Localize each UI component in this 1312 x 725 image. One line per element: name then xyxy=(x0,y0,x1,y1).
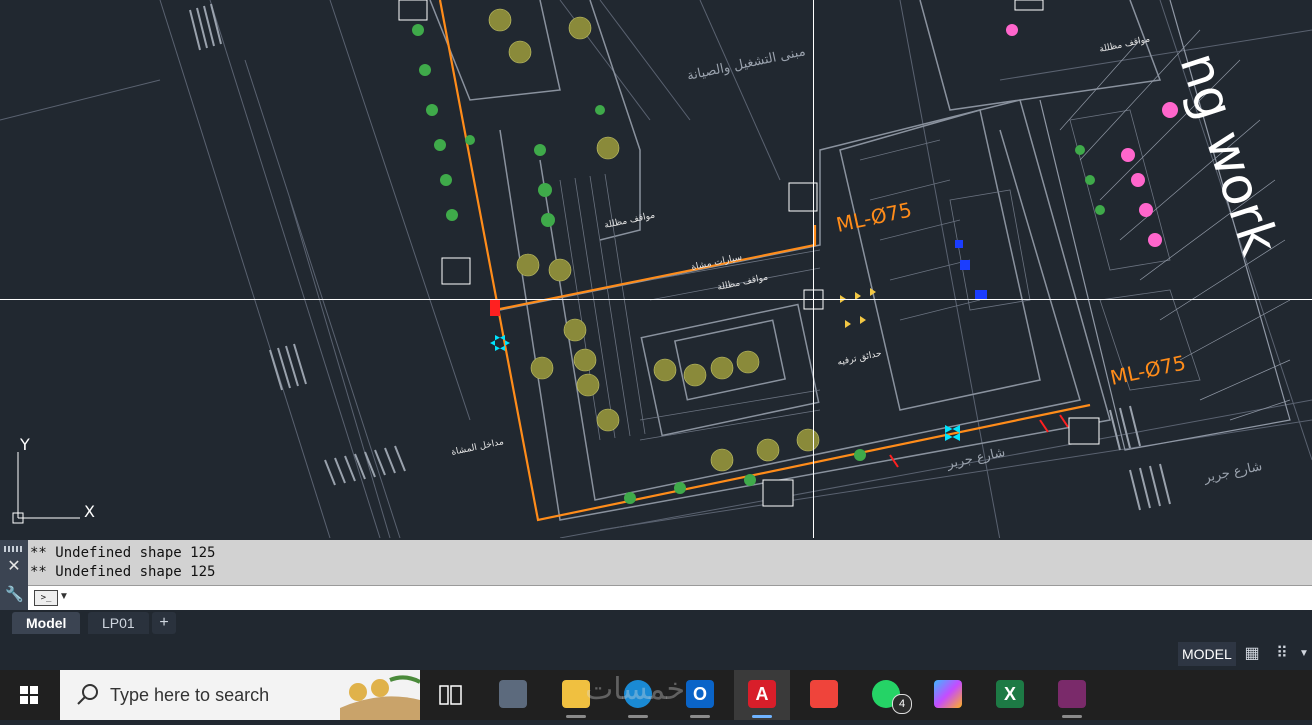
status-bar: MODEL ▦ ⠿ ▼ xyxy=(0,638,1312,670)
taskbar: Type here to search O خمسات A 4 X xyxy=(0,670,1312,720)
autocad-icon: A xyxy=(748,680,776,708)
active-indicator xyxy=(1062,715,1082,718)
grip-icon[interactable] xyxy=(4,546,24,552)
drawing-svg[interactable]: Y X ng work ML-Ø75 ML-Ø75 مبنى التشغيل و… xyxy=(0,0,1312,538)
arrows xyxy=(840,288,876,328)
street-jarir-label-2: شارع جرير xyxy=(1202,459,1264,486)
ucs-y-label: Y xyxy=(19,435,30,454)
autocad-button[interactable]: A xyxy=(734,670,790,720)
active-indicator xyxy=(752,715,772,718)
task-view-button[interactable] xyxy=(422,670,478,720)
search-placeholder: Type here to search xyxy=(110,685,270,705)
calculator-button[interactable] xyxy=(485,670,541,720)
crosswalks xyxy=(189,3,1171,511)
add-layout-button[interactable]: + xyxy=(152,612,176,634)
command-input[interactable]: >_ ▼ xyxy=(28,585,1312,610)
active-indicator xyxy=(566,715,586,718)
close-icon[interactable]: ✕ xyxy=(5,558,23,576)
anydesk-icon xyxy=(810,680,838,708)
title-fragment-label: ng work xyxy=(1168,45,1289,262)
chevron-down-icon[interactable]: ▼ xyxy=(59,591,69,602)
ucs-icon xyxy=(12,452,80,524)
watermark-text: خمسات xyxy=(585,672,686,707)
command-line-panel: ✕ 🔧 ** Undefined shape 125 ** Undefined s… xyxy=(0,540,1312,610)
taskbar-search-box[interactable]: Type here to search xyxy=(60,670,420,720)
parking-center-label: مواقف مظللة xyxy=(717,272,770,293)
whatsapp-button[interactable]: 4 xyxy=(858,670,914,720)
ml-label-upper: ML-Ø75 xyxy=(834,198,914,237)
parking-right-label: مواقف مظللة xyxy=(1099,34,1152,55)
holiday-decoration-icon xyxy=(340,675,420,720)
command-line-sidebar: ✕ 🔧 xyxy=(0,540,28,610)
site-structure xyxy=(429,0,1162,521)
search-icon xyxy=(77,684,98,705)
model-space-button[interactable]: MODEL xyxy=(1178,642,1236,666)
task-view-icon xyxy=(439,685,462,705)
street-maintenance-label: مبنى التشغيل والصيانة xyxy=(686,44,807,84)
anydesk-button[interactable] xyxy=(796,670,852,720)
copilot-button[interactable] xyxy=(920,670,976,720)
copilot-icon xyxy=(934,680,962,708)
outlook-icon: O xyxy=(686,680,714,708)
start-button[interactable] xyxy=(0,670,58,720)
active-indicator xyxy=(628,715,648,718)
active-indicator xyxy=(690,715,710,718)
ucs-x-label: X xyxy=(84,502,95,521)
ml-label-lower: ML-Ø75 xyxy=(1108,351,1188,390)
trees xyxy=(488,8,820,472)
excel-button[interactable]: X xyxy=(982,670,1038,720)
entrance-label: مداخل المشاة xyxy=(451,437,505,458)
layout-tabs: Model LP01 + xyxy=(0,610,1312,638)
shrubs xyxy=(412,24,1105,504)
snap-icon[interactable]: ⠿ xyxy=(1272,644,1292,664)
info-boxes xyxy=(398,0,1100,507)
tab-lp01[interactable]: LP01 xyxy=(88,612,149,634)
gardens-label: حدائق ترفيه xyxy=(837,349,883,368)
wrench-icon[interactable]: 🔧 xyxy=(5,586,24,604)
excel-icon: X xyxy=(996,680,1024,708)
cars-label: سيارات مشاة xyxy=(691,252,743,272)
command-history: ** Undefined shape 125 ** Undefined shape… xyxy=(30,544,215,582)
grid-icon[interactable]: ▦ xyxy=(1242,644,1262,664)
calculator-icon xyxy=(499,680,527,708)
history-line: ** Undefined shape 125 xyxy=(30,564,216,580)
tab-model[interactable]: Model xyxy=(12,612,81,634)
history-line: ** Undefined shape 125 xyxy=(30,545,216,561)
menu-arrow-icon[interactable]: ▼ xyxy=(1298,644,1310,664)
drawing-canvas[interactable]: Y X ng work ML-Ø75 ML-Ø75 مبنى التشغيل و… xyxy=(0,0,1312,538)
winrar-icon xyxy=(1058,680,1086,708)
windows-icon xyxy=(20,686,38,704)
winrar-button[interactable] xyxy=(1044,670,1100,720)
prompt-icon[interactable]: >_ xyxy=(34,590,58,606)
detail-lines xyxy=(559,109,1201,441)
notification-badge: 4 xyxy=(892,694,912,714)
